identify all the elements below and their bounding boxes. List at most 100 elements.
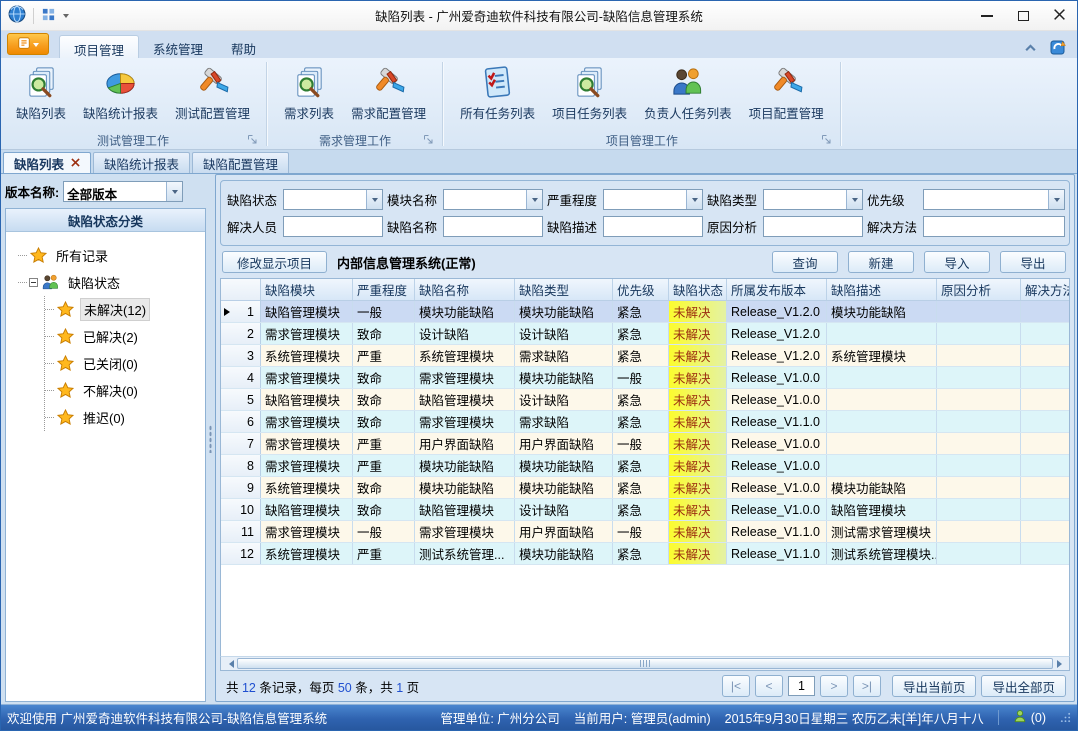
- scroll-left-button[interactable]: [222, 657, 236, 670]
- column-header-name[interactable]: 缺陷名称: [415, 279, 515, 300]
- filter-combo-defect-type[interactable]: [763, 189, 863, 210]
- tree-item-unresolved[interactable]: 未解决(12): [45, 296, 205, 323]
- collapse-expander-icon[interactable]: [29, 278, 38, 287]
- owner-tasks-button[interactable]: 负责人任务列表: [637, 62, 739, 124]
- panel-title: 缺陷状态分类: [6, 209, 205, 232]
- chevron-down-icon[interactable]: [846, 190, 862, 209]
- export-current-page-button[interactable]: 导出当前页: [892, 675, 977, 697]
- defect-report-button[interactable]: 缺陷统计报表: [76, 62, 165, 124]
- table-row-2[interactable]: 2需求管理模块致命设计缺陷设计缺陷紧急未解决Release_V1.2.0: [221, 323, 1069, 345]
- table-row-7[interactable]: 7需求管理模块严重用户界面缺陷用户界面缺陷一般未解决Release_V1.0.0: [221, 433, 1069, 455]
- pager-first-button[interactable]: |<: [722, 675, 750, 697]
- column-header-desc[interactable]: 缺陷描述: [827, 279, 937, 300]
- project-tasks-button[interactable]: 项目任务列表: [545, 62, 634, 124]
- dialog-launcher-icon[interactable]: [821, 134, 832, 145]
- table-row-8[interactable]: 8需求管理模块严重模块功能缺陷模块功能缺陷紧急未解决Release_V1.0.0: [221, 455, 1069, 477]
- export-button[interactable]: 导出: [1000, 251, 1066, 273]
- column-header-method[interactable]: 解决方法: [1021, 279, 1070, 300]
- chevron-down-icon[interactable]: [526, 190, 542, 209]
- filter-label-resolver: 解决人员: [227, 217, 283, 236]
- splitter-handle[interactable]: [206, 174, 215, 704]
- column-header-analysis[interactable]: 原因分析: [937, 279, 1021, 300]
- project-config-button[interactable]: 项目配置管理: [742, 62, 831, 124]
- version-select[interactable]: 全部版本: [63, 181, 183, 202]
- all-tasks-button[interactable]: 所有任务列表: [453, 62, 542, 124]
- column-header-version[interactable]: 所属发布版本: [727, 279, 827, 300]
- column-header-module[interactable]: 缺陷模块: [261, 279, 353, 300]
- table-row-6[interactable]: 6需求管理模块致命需求管理模块需求缺陷紧急未解决Release_V1.1.0: [221, 411, 1069, 433]
- table-row-3[interactable]: 3系统管理模块严重系统管理模块需求缺陷紧急未解决Release_V1.2.0系统…: [221, 345, 1069, 367]
- test-config-button[interactable]: 测试配置管理: [168, 62, 257, 124]
- table-row-9[interactable]: 9系统管理模块致命模块功能缺陷模块功能缺陷紧急未解决Release_V1.0.0…: [221, 477, 1069, 499]
- filter-input-resolver[interactable]: [283, 216, 383, 237]
- column-header-severity[interactable]: 严重程度: [353, 279, 415, 300]
- column-header-type[interactable]: 缺陷类型: [515, 279, 613, 300]
- pager-prev-button[interactable]: <: [755, 675, 783, 697]
- page-number-input[interactable]: [788, 676, 815, 696]
- cell-analysis: [937, 477, 1021, 498]
- filter-input-defect-name[interactable]: [443, 216, 543, 237]
- filter-combo-severity[interactable]: [603, 189, 703, 210]
- table-row-1[interactable]: 1缺陷管理模块一般模块功能缺陷模块功能缺陷紧急未解决Release_V1.2.0…: [221, 301, 1069, 323]
- filter-input-cause-analysis[interactable]: [763, 216, 863, 237]
- chevron-down-icon[interactable]: [366, 190, 382, 209]
- application-menu-button[interactable]: [7, 33, 49, 55]
- table-row-10[interactable]: 10缺陷管理模块致命缺陷管理模块设计缺陷紧急未解决Release_V1.0.0缺…: [221, 499, 1069, 521]
- chevron-down-icon[interactable]: [686, 190, 702, 209]
- req-list-button[interactable]: 需求列表: [277, 62, 341, 124]
- req-config-button[interactable]: 需求配置管理: [344, 62, 433, 124]
- cell-type: 模块功能缺陷: [515, 301, 613, 322]
- tree-item-all-records[interactable]: 所有记录: [18, 242, 205, 269]
- tree-item-resolved[interactable]: 已解决(2): [45, 323, 205, 350]
- ribbon-tab-1[interactable]: 项目管理: [59, 35, 139, 58]
- filter-combo-priority[interactable]: [923, 189, 1065, 210]
- column-header-status[interactable]: 缺陷状态: [669, 279, 727, 300]
- table-row-11[interactable]: 11需求管理模块一般需求管理模块用户界面缺陷一般未解决Release_V1.1.…: [221, 521, 1069, 543]
- minimize-button[interactable]: [969, 2, 1005, 30]
- filter-label-cause-analysis: 原因分析: [707, 217, 763, 236]
- chevron-down-icon[interactable]: [166, 182, 182, 201]
- pager-last-button[interactable]: >|: [853, 675, 881, 697]
- quick-access-icon[interactable]: [41, 7, 56, 25]
- ribbon-tab-2[interactable]: 系统管理: [139, 35, 217, 58]
- filter-input-solution[interactable]: [923, 216, 1065, 237]
- document-tab-3[interactable]: 缺陷配置管理: [192, 152, 289, 173]
- table-row-12[interactable]: 12系统管理模块严重测试系统管理...模块功能缺陷紧急未解决Release_V1…: [221, 543, 1069, 565]
- filter-input-defect-desc[interactable]: [603, 216, 703, 237]
- close-button[interactable]: [1041, 2, 1077, 30]
- scroll-right-button[interactable]: [1054, 657, 1068, 670]
- online-users-badge[interactable]: (0): [1013, 709, 1046, 726]
- modify-display-button[interactable]: 修改显示项目: [222, 251, 327, 273]
- application-window: { "window": { "title": "缺陷列表 - 广州爱奇迪软件科技…: [0, 0, 1078, 731]
- new-button[interactable]: 新建: [848, 251, 914, 273]
- column-header-priority[interactable]: 优先级: [613, 279, 669, 300]
- document-tab-1[interactable]: 缺陷列表: [3, 152, 91, 173]
- maximize-button[interactable]: [1005, 2, 1041, 30]
- table-row-5[interactable]: 5缺陷管理模块致命缺陷管理模块设计缺陷紧急未解决Release_V1.0.0: [221, 389, 1069, 411]
- collapse-ribbon-icon[interactable]: [1024, 41, 1037, 55]
- defect-list-button[interactable]: 缺陷列表: [9, 62, 73, 124]
- ribbon-tab-3[interactable]: 帮助: [217, 35, 270, 58]
- pager-next-button[interactable]: >: [820, 675, 848, 697]
- chevron-down-icon[interactable]: [63, 14, 69, 21]
- scrollbar-thumb[interactable]: [237, 658, 1053, 669]
- filter-combo-module-name[interactable]: [443, 189, 543, 210]
- dialog-launcher-icon[interactable]: [247, 134, 258, 145]
- close-tab-icon[interactable]: [71, 156, 80, 170]
- cell-type: 模块功能缺陷: [515, 367, 613, 388]
- tree-item-defect-status[interactable]: 缺陷状态: [18, 269, 205, 296]
- document-tab-2[interactable]: 缺陷统计报表: [93, 152, 190, 173]
- tree-item-wont-fix[interactable]: 不解决(0): [45, 377, 205, 404]
- query-button[interactable]: 查询: [772, 251, 838, 273]
- tree-item-closed[interactable]: 已关闭(0): [45, 350, 205, 377]
- filter-combo-defect-status[interactable]: [283, 189, 383, 210]
- chevron-down-icon[interactable]: [1048, 190, 1064, 209]
- import-button[interactable]: 导入: [924, 251, 990, 273]
- tree-item-postponed[interactable]: 推迟(0): [45, 404, 205, 431]
- help-icon[interactable]: [1049, 37, 1067, 58]
- horizontal-scrollbar[interactable]: [220, 656, 1070, 671]
- export-all-pages-button[interactable]: 导出全部页: [981, 675, 1066, 697]
- dialog-launcher-icon[interactable]: [423, 134, 434, 145]
- table-row-4[interactable]: 4需求管理模块致命需求管理模块模块功能缺陷一般未解决Release_V1.0.0: [221, 367, 1069, 389]
- resize-grip-icon[interactable]: [1060, 712, 1071, 723]
